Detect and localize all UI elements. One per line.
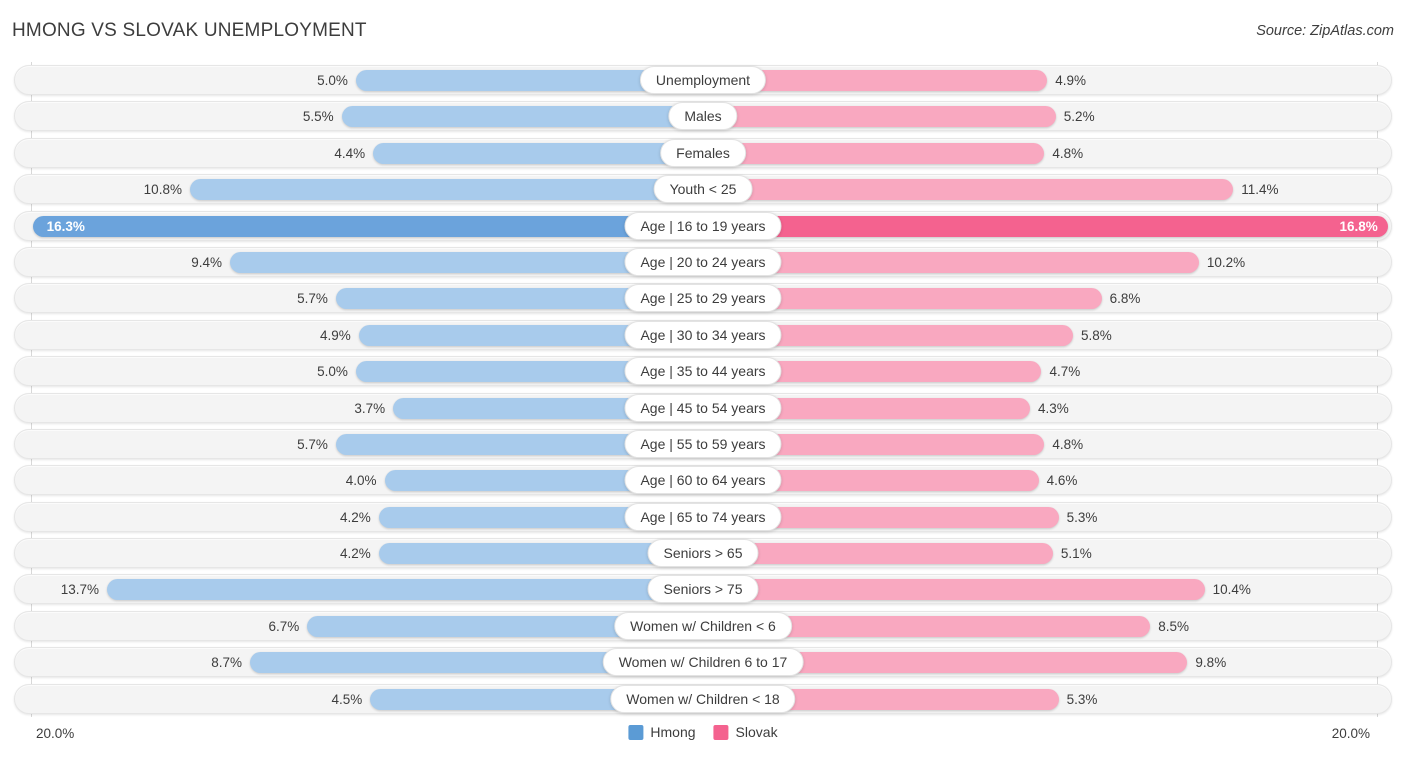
bar-row: 5.5% 5.2% Males — [0, 98, 1406, 134]
bar-hmong — [373, 142, 707, 164]
value-label-slovak: 11.4% — [1241, 182, 1279, 198]
category-label-pill: Age | 20 to 24 years — [624, 247, 782, 276]
bar-row: 5.7% 6.8% Age | 25 to 29 years — [0, 280, 1406, 316]
bar-row: 4.4% 4.8% Females — [0, 135, 1406, 171]
value-label-slovak: 5.1% — [1060, 546, 1092, 562]
value-label-slovak: 5.8% — [1080, 327, 1112, 343]
value-label-slovak: 4.3% — [1038, 400, 1069, 416]
bar-hmong — [32, 215, 707, 237]
category-label-pill: Women w/ Children < 18 — [610, 684, 796, 713]
value-label-slovak: 10.4% — [1212, 582, 1251, 598]
category-label-pill: Women w/ Children 6 to 17 — [602, 648, 804, 677]
legend-label: Hmong — [650, 724, 696, 740]
category-label-pill: Males — [668, 102, 738, 131]
chart-plot-area: 5.0% 4.9% Unemployment 5.5% 5.2% Males 4.4% 4.8… — [0, 62, 1406, 717]
value-label-slovak: 4.6% — [1046, 473, 1078, 489]
value-label-hmong: 4.5% — [331, 691, 363, 707]
axis-tick-left: 20.0% — [36, 726, 75, 741]
source-attribution: Source: ZipAtlas.com — [1256, 23, 1394, 39]
legend-item[interactable]: Slovak — [713, 724, 778, 740]
bar-slovak — [699, 179, 1234, 201]
bar-row: 4.0% 4.6% Age | 60 to 64 years — [0, 462, 1406, 498]
category-label-pill: Age | 60 to 64 years — [624, 466, 782, 495]
category-label-pill: Females — [660, 138, 746, 167]
legend-label: Slovak — [735, 724, 778, 740]
value-label-slovak: 4.7% — [1049, 364, 1081, 380]
bar-row: 16.3% 16.8% Age | 16 to 19 years — [0, 208, 1406, 244]
value-label-hmong: 5.7% — [297, 436, 328, 452]
bar-row: 13.7% 10.4% Seniors > 75 — [0, 571, 1406, 607]
value-label-slovak: 5.3% — [1066, 691, 1098, 707]
bar-hmong — [106, 579, 707, 601]
bar-slovak — [699, 215, 1388, 237]
bar-row: 10.8% 11.4% Youth < 25 — [0, 171, 1406, 207]
value-label-slovak: 10.2% — [1206, 254, 1246, 270]
value-label-hmong: 16.3% — [46, 218, 85, 234]
bar-row: 5.0% 4.9% Unemployment — [0, 62, 1406, 98]
category-label-pill: Age | 35 to 44 years — [624, 357, 782, 386]
bar-row: 5.7% 4.8% Age | 55 to 59 years — [0, 426, 1406, 462]
page-title: HMONG VS SLOVAK UNEMPLOYMENT — [12, 20, 367, 41]
value-label-slovak: 9.8% — [1195, 655, 1227, 671]
value-label-hmong: 5.0% — [317, 364, 348, 380]
bar-row: 3.7% 4.3% Age | 45 to 54 years — [0, 390, 1406, 426]
value-label-slovak: 4.8% — [1052, 436, 1084, 452]
value-label-slovak: 4.8% — [1052, 145, 1084, 161]
category-label-pill: Age | 55 to 59 years — [624, 429, 782, 458]
value-label-hmong: 13.7% — [60, 582, 99, 598]
bar-hmong — [189, 179, 707, 201]
category-label-pill: Youth < 25 — [653, 175, 753, 204]
bar-slovak — [699, 142, 1045, 164]
legend-swatch-icon — [713, 724, 729, 740]
category-label-pill: Age | 16 to 19 years — [624, 211, 782, 240]
value-label-hmong: 4.0% — [345, 473, 377, 489]
value-label-slovak: 16.8% — [1339, 218, 1378, 234]
bar-rows: 5.0% 4.9% Unemployment 5.5% 5.2% Males 4.4% 4.8… — [0, 62, 1406, 717]
value-label-hmong: 4.2% — [340, 546, 371, 562]
value-label-hmong: 5.0% — [317, 73, 348, 88]
value-label-hmong: 10.8% — [143, 182, 182, 198]
bar-row: 4.2% 5.1% Seniors > 65 — [0, 535, 1406, 571]
legend-item[interactable]: Hmong — [628, 724, 696, 740]
legend-swatch-icon — [628, 724, 644, 740]
chart-header: HMONG VS SLOVAK UNEMPLOYMENT Source: Zip… — [0, 0, 1406, 62]
bar-row: 9.4% 10.2% Age | 20 to 24 years — [0, 244, 1406, 280]
value-label-hmong: 8.7% — [211, 655, 243, 671]
bar-hmong — [341, 106, 707, 128]
category-label-pill: Age | 45 to 54 years — [624, 393, 782, 422]
value-label-slovak: 8.5% — [1158, 618, 1189, 634]
value-label-slovak: 6.8% — [1109, 291, 1141, 307]
bar-slovak — [699, 579, 1205, 601]
bar-row: 6.7% 8.5% Women w/ Children < 6 — [0, 608, 1406, 644]
value-label-hmong: 5.5% — [302, 109, 334, 125]
value-label-hmong: 4.2% — [340, 509, 371, 525]
bar-row: 4.2% 5.3% Age | 65 to 74 years — [0, 499, 1406, 535]
value-label-hmong: 5.7% — [297, 291, 328, 307]
bar-row: 5.0% 4.7% Age | 35 to 44 years — [0, 353, 1406, 389]
category-label-pill: Women w/ Children < 6 — [614, 611, 792, 640]
bar-row: 4.9% 5.8% Age | 30 to 34 years — [0, 317, 1406, 353]
bar-row: 4.5% 5.3% Women w/ Children < 18 — [0, 681, 1406, 717]
value-label-hmong: 6.7% — [268, 618, 300, 634]
value-label-slovak: 5.2% — [1063, 109, 1095, 125]
category-label-pill: Age | 30 to 34 years — [624, 320, 782, 349]
value-label-hmong: 4.9% — [320, 327, 351, 343]
value-label-slovak: 5.3% — [1066, 509, 1098, 525]
value-label-hmong: 3.7% — [354, 400, 386, 416]
category-label-pill: Age | 25 to 29 years — [624, 284, 782, 313]
chart-footer: 20.0% 20.0% Hmong Slovak — [0, 717, 1406, 757]
value-label-hmong: 4.4% — [334, 145, 366, 161]
category-label-pill: Unemployment — [639, 66, 767, 94]
category-label-pill: Seniors > 75 — [647, 575, 759, 604]
chart-legend: Hmong Slovak — [628, 724, 778, 740]
value-label-hmong: 9.4% — [191, 254, 223, 270]
category-label-pill: Seniors > 65 — [647, 539, 759, 568]
category-label-pill: Age | 65 to 74 years — [624, 502, 782, 531]
bar-row: 8.7% 9.8% Women w/ Children 6 to 17 — [0, 644, 1406, 680]
bar-slovak — [699, 106, 1056, 128]
value-label-slovak: 4.9% — [1055, 73, 1086, 88]
axis-tick-right: 20.0% — [1331, 726, 1370, 741]
